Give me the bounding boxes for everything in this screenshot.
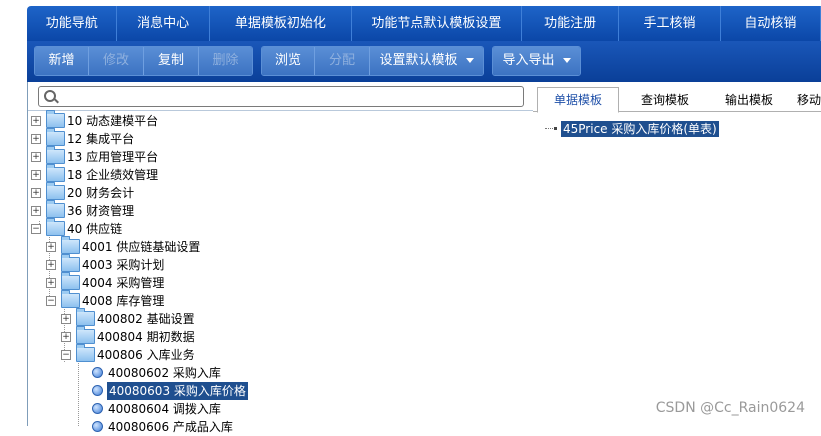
tree-node-label[interactable]: 13 应用管理平台 — [67, 148, 158, 166]
tree-node-label[interactable]: 40080604 调拨入库 — [108, 400, 221, 418]
tab-mobile-template[interactable]: 移动 — [797, 90, 821, 111]
tree-node-label[interactable]: 36 财资管理 — [67, 202, 134, 220]
modify-button[interactable]: 修改 — [89, 47, 144, 75]
folder-open-icon — [76, 344, 95, 362]
import-export-group: 导入导出 — [492, 46, 581, 76]
tree-node-label[interactable]: 400802 基础设置 — [97, 310, 195, 328]
toolbar: 新增 修改 复制 删除 浏览 分配 设置默认模板 导入导出 — [27, 41, 821, 82]
folder-icon — [46, 200, 65, 218]
set-default-template-label: 设置默认模板 — [379, 53, 458, 68]
chevron-down-icon — [562, 58, 571, 63]
assign-button[interactable]: 分配 — [315, 47, 370, 75]
folder-icon — [46, 164, 65, 182]
bullet-icon — [554, 127, 557, 130]
leaf-node-icon — [92, 367, 103, 378]
folder-icon — [46, 182, 65, 200]
tree-node-label[interactable]: 10 动态建模平台 — [67, 112, 158, 130]
delete-button[interactable]: 删除 — [199, 47, 252, 75]
tree-node-label[interactable]: 40 供应链 — [67, 220, 122, 238]
folder-open-icon — [46, 218, 65, 236]
tree-node-label[interactable]: 18 企业绩效管理 — [67, 166, 158, 184]
template-panel: 单据模板 查询模板 输出模板 移动 45Price 采购入库价格(单表) — [533, 82, 821, 426]
tree-node-label-selected[interactable]: 40080603 采购入库价格 — [107, 382, 248, 400]
watermark: CSDN @Cc_Rain0624 — [655, 400, 805, 416]
expand-icon[interactable]: + — [46, 278, 56, 288]
top-nav-bar: 功能导航 消息中心 单据模板初始化 功能节点默认模板设置 功能注册 手工核销 自… — [27, 6, 821, 41]
import-export-label: 导入导出 — [502, 53, 555, 68]
nav-item-manual-writeoff[interactable]: 手工核销 — [619, 6, 721, 41]
expand-icon[interactable]: + — [31, 188, 41, 198]
tree-node-label[interactable]: 40080602 采购入库 — [108, 364, 221, 382]
leaf-node-icon — [92, 385, 103, 396]
collapse-icon[interactable]: − — [31, 224, 41, 234]
nav-item-template-init[interactable]: 单据模板初始化 — [210, 6, 352, 41]
folder-icon — [76, 326, 95, 344]
top-nav: 功能导航 消息中心 单据模板初始化 功能节点默认模板设置 功能注册 手工核销 自… — [0, 0, 821, 44]
nav-item-auto-writeoff[interactable]: 自动核销 — [721, 6, 821, 41]
tree-node-label[interactable]: 20 财务会计 — [67, 184, 134, 202]
folder-icon — [46, 110, 65, 128]
leaf-node-icon — [92, 421, 103, 432]
folder-icon — [61, 236, 80, 254]
expand-icon[interactable]: + — [31, 134, 41, 144]
view-button-group: 浏览 分配 设置默认模板 — [261, 46, 484, 76]
expand-icon[interactable]: + — [61, 314, 71, 324]
leaf-node-icon — [92, 403, 103, 414]
edit-button-group: 新增 修改 复制 删除 — [34, 46, 253, 76]
import-export-dropdown[interactable]: 导入导出 — [493, 47, 580, 75]
set-default-template-dropdown[interactable]: 设置默认模板 — [370, 47, 483, 75]
collapse-icon[interactable]: − — [46, 296, 56, 306]
tree-connector — [78, 354, 79, 426]
template-node-label-selected[interactable]: 45Price 采购入库价格(单表) — [561, 121, 719, 137]
tab-query-template[interactable]: 查询模板 — [625, 90, 705, 111]
nav-item-message-center[interactable]: 消息中心 — [117, 6, 210, 41]
folder-icon — [46, 146, 65, 164]
folder-icon — [76, 308, 95, 326]
expand-icon[interactable]: + — [46, 242, 56, 252]
folder-icon — [61, 272, 80, 290]
tree-node-label[interactable]: 4008 库存管理 — [82, 292, 164, 310]
search-icon — [44, 90, 56, 102]
nav-item-function-navigation[interactable]: 功能导航 — [27, 6, 118, 41]
tree-node-label[interactable]: 400804 期初数据 — [97, 328, 195, 346]
folder-icon — [61, 254, 80, 272]
search-input[interactable] — [61, 88, 520, 105]
expand-icon[interactable]: + — [31, 152, 41, 162]
tree-separator — [28, 110, 533, 111]
tree-node-label[interactable]: 4001 供应链基础设置 — [82, 238, 200, 256]
search-box[interactable] — [38, 86, 524, 107]
tree-node-label[interactable]: 4004 采购管理 — [82, 274, 164, 292]
nav-item-function-register[interactable]: 功能注册 — [522, 6, 620, 41]
chevron-down-icon — [465, 58, 474, 63]
tab-document-template[interactable]: 单据模板 — [537, 87, 619, 113]
template-tabs: 单据模板 查询模板 输出模板 移动 — [533, 87, 821, 113]
expand-icon[interactable]: + — [31, 206, 41, 216]
expand-icon[interactable]: + — [31, 116, 41, 126]
expand-icon[interactable]: + — [31, 170, 41, 180]
module-tree-panel: + 10 动态建模平台 + 12 集成平台 + 13 应用管理平台 + 18 企… — [27, 82, 534, 434]
folder-icon — [46, 128, 65, 146]
folder-open-icon — [61, 290, 80, 308]
tree-node-label[interactable]: 12 集成平台 — [67, 130, 134, 148]
add-button[interactable]: 新增 — [35, 47, 89, 75]
expand-icon[interactable]: + — [46, 260, 56, 270]
expand-icon[interactable]: + — [61, 332, 71, 342]
collapse-icon[interactable]: − — [61, 350, 71, 360]
tree-node-label[interactable]: 400806 入库业务 — [97, 346, 195, 364]
copy-button[interactable]: 复制 — [144, 47, 199, 75]
nav-item-default-template-setting[interactable]: 功能节点默认模板设置 — [352, 6, 522, 41]
tab-output-template[interactable]: 输出模板 — [709, 90, 789, 111]
tree-node-label[interactable]: 4003 采购计划 — [82, 256, 164, 274]
browse-button[interactable]: 浏览 — [262, 47, 315, 75]
tree-node-label[interactable]: 40080606 产成品入库 — [108, 418, 233, 436]
